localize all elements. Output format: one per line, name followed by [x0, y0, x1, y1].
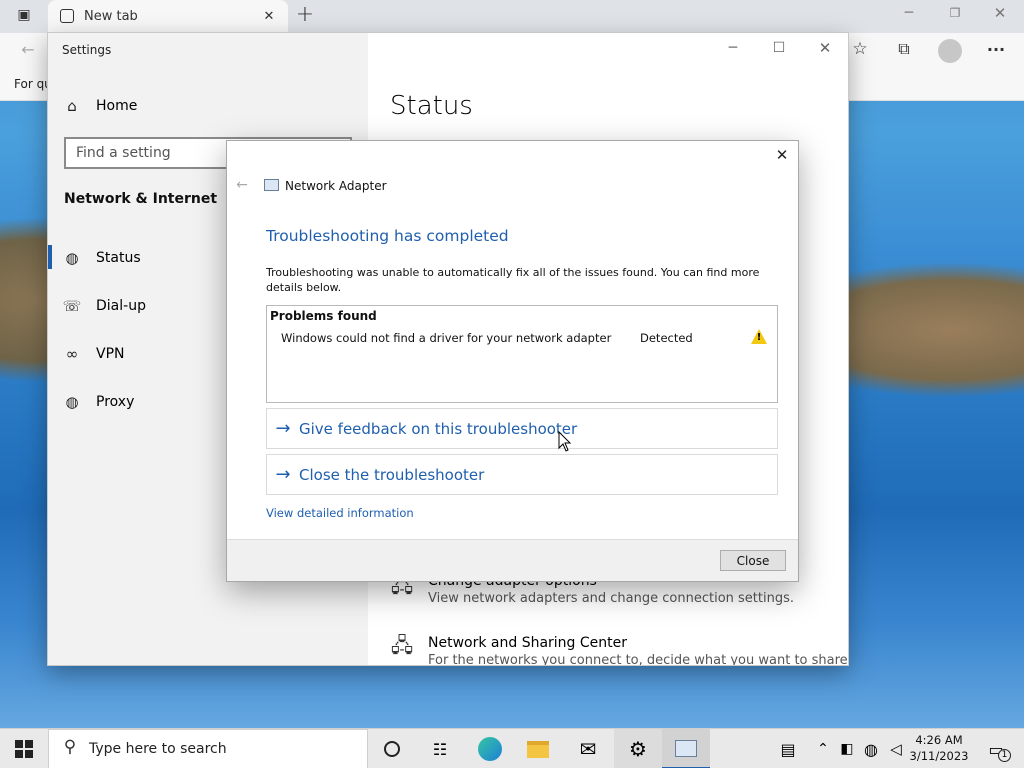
settings-window-title: Settings: [62, 43, 112, 57]
more-icon[interactable]: ···: [984, 42, 1008, 58]
option-desc: For the networks you connect to, decide …: [428, 653, 848, 665]
collections-icon[interactable]: ⧉: [894, 41, 914, 57]
problem-text: Windows could not find a driver for your…: [281, 331, 612, 345]
dialup-icon: ☏: [62, 297, 82, 315]
clock[interactable]: 4:26 AM 3/11/2023: [908, 731, 970, 767]
globe-icon: ◍: [65, 249, 79, 267]
back-icon[interactable]: ←: [18, 42, 38, 58]
notification-icon[interactable]: ▭ 1: [972, 729, 1020, 768]
keyboard-icon[interactable]: ▤: [764, 729, 812, 768]
sidebar-item-label: Proxy: [96, 394, 135, 410]
clock-date: 3/11/2023: [909, 749, 969, 763]
option-sharing-center[interactable]: 🖧 Network and Sharing Center For the net…: [390, 633, 848, 665]
tab-close-icon[interactable]: ✕: [262, 10, 276, 23]
page-title: Status: [390, 91, 473, 121]
profile-avatar[interactable]: [938, 39, 962, 63]
close-troubleshooter-label: Close the troubleshooter: [299, 465, 485, 484]
dialog-close-icon[interactable]: ✕: [773, 148, 791, 163]
settings-close-icon[interactable]: ✕: [816, 41, 834, 56]
dialog-title: Network Adapter: [285, 179, 387, 193]
find-setting-placeholder: Find a setting: [76, 145, 171, 161]
settings-maximize-icon[interactable]: ☐: [770, 41, 788, 55]
problems-header: Problems found: [270, 309, 377, 323]
mail-icon[interactable]: ✉: [564, 729, 612, 768]
browser-tab-title: New tab: [84, 9, 138, 24]
browser-close-icon[interactable]: ✕: [991, 6, 1009, 21]
problem-status: Detected: [640, 331, 693, 345]
dialog-footer: Close: [227, 539, 798, 581]
dialog-heading: Troubleshooting has completed: [266, 227, 509, 245]
file-explorer-icon[interactable]: [514, 729, 562, 768]
problem-row[interactable]: Windows could not find a driver for your…: [267, 328, 777, 348]
arrow-right-icon: →: [275, 418, 291, 439]
chevron-up-icon[interactable]: ⌃: [810, 729, 836, 768]
browser-tab-bar: ▣ New tab ✕ + ─ ❐ ✕: [0, 0, 1024, 33]
sidebar-item-label: Status: [96, 250, 141, 266]
section-title: Network & Internet: [64, 191, 218, 207]
widgets-icon[interactable]: ☷: [416, 729, 464, 768]
taskbar-search-box[interactable]: ⚲ Type here to search: [48, 729, 368, 768]
option-desc: View network adapters and change connect…: [428, 591, 794, 606]
new-tab-icon[interactable]: +: [295, 4, 315, 26]
give-feedback-link[interactable]: → Give feedback on this troubleshooter: [266, 408, 778, 449]
taskbar: ⚲ Type here to search ☷ ✉ ⚙ ▤ ⌃ ◧ ◍ ◁ 4:…: [0, 728, 1024, 768]
volume-icon[interactable]: ◁: [884, 729, 908, 768]
warning-mark: !: [756, 332, 762, 343]
vpn-icon: ∞: [65, 345, 79, 363]
newtab-page-icon: [60, 9, 74, 23]
favorites-bar-text[interactable]: For qu: [14, 77, 52, 91]
browser-tab[interactable]: New tab ✕: [48, 0, 288, 33]
home-icon: ⌂: [67, 97, 77, 115]
view-details-link[interactable]: View detailed information: [266, 506, 414, 520]
settings-app-icon[interactable]: ⚙: [614, 729, 662, 768]
notification-count: 1: [998, 749, 1011, 762]
sidebar-item-label: VPN: [96, 346, 125, 362]
browser-minimize-icon[interactable]: ─: [900, 6, 918, 20]
globe-icon: ◍: [65, 393, 79, 411]
meet-now-icon[interactable]: ◧: [836, 729, 858, 768]
option-title: Network and Sharing Center: [428, 635, 628, 651]
start-button[interactable]: [0, 729, 48, 768]
problems-box: Problems found Windows could not find a …: [266, 305, 778, 403]
close-troubleshooter-link[interactable]: → Close the troubleshooter: [266, 454, 778, 495]
clock-time: 4:26 AM: [915, 733, 963, 747]
sidebar-item-label: Home: [96, 98, 138, 114]
network-icon[interactable]: ◍: [858, 729, 884, 768]
settings-minimize-icon[interactable]: ─: [724, 41, 742, 55]
sharing-center-icon: 🖧: [390, 633, 414, 657]
mouse-cursor: [558, 431, 572, 452]
browser-restore-icon[interactable]: ❐: [946, 7, 964, 19]
task-view-icon[interactable]: [368, 729, 416, 768]
taskbar-search-placeholder: Type here to search: [89, 741, 227, 757]
close-button[interactable]: Close: [720, 550, 786, 571]
give-feedback-label: Give feedback on this troubleshooter: [299, 419, 578, 438]
arrow-right-icon: →: [275, 464, 291, 485]
tab-actions-icon[interactable]: ▣: [14, 8, 34, 26]
troubleshooter-app-icon[interactable]: [662, 729, 710, 768]
dialog-description: Troubleshooting was unable to automatica…: [266, 266, 760, 294]
edge-icon[interactable]: [466, 729, 514, 768]
dialog-back-icon[interactable]: ←: [233, 178, 251, 192]
windows-logo-icon: [15, 740, 33, 758]
favorites-icon[interactable]: ☆: [850, 41, 870, 58]
network-adapter-icon: [264, 179, 279, 191]
sidebar-item-label: Dial-up: [96, 298, 146, 314]
search-icon: ⚲: [63, 737, 77, 757]
troubleshooter-dialog: ✕ ← Network Adapter Troubleshooting has …: [227, 141, 798, 581]
sidebar-item-home[interactable]: ⌂ Home: [48, 86, 368, 126]
